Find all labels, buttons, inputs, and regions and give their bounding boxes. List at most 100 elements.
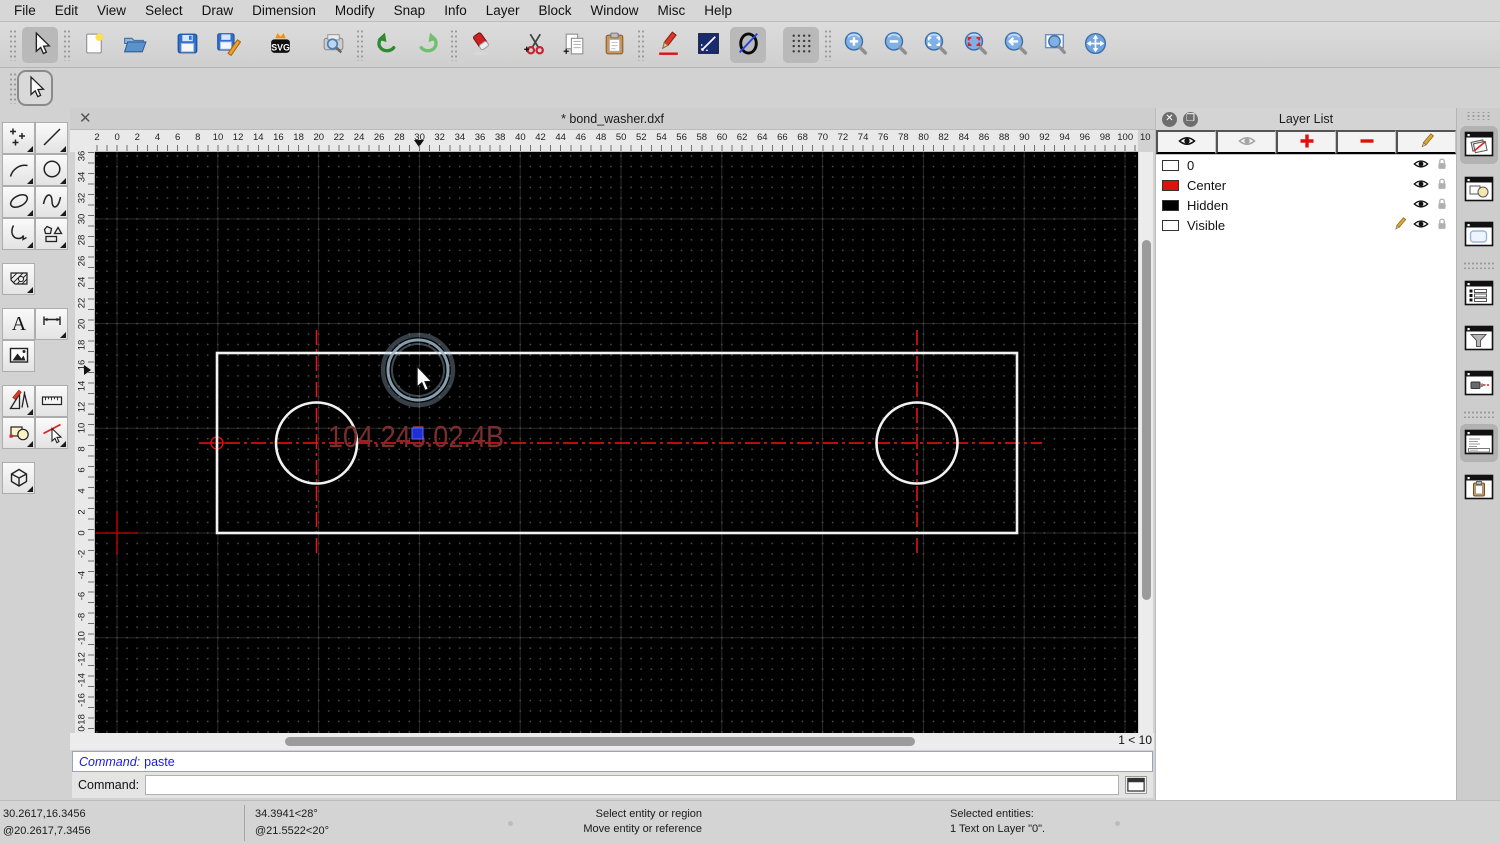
- layer-visibility-eye-icon[interactable]: [1408, 176, 1429, 195]
- tool-line-button[interactable]: [35, 122, 68, 154]
- menu-file[interactable]: File: [14, 3, 36, 18]
- tool-hatch-button[interactable]: [2, 263, 35, 295]
- tool-select-modify-button[interactable]: [35, 417, 68, 449]
- layer-lock-icon[interactable]: [1429, 196, 1450, 215]
- line-attributes-button[interactable]: [690, 27, 726, 63]
- action-select-button[interactable]: [17, 70, 53, 106]
- dock-entity-list-icon: [1464, 279, 1494, 310]
- dock-pen-palette-button[interactable]: [1460, 365, 1498, 403]
- tool-circle-button[interactable]: [35, 154, 68, 186]
- draft-mode-button[interactable]: [730, 26, 766, 63]
- layer-row-hidden[interactable]: Hidden: [1156, 195, 1456, 215]
- zoom-window-button[interactable]: [957, 27, 993, 63]
- tool-polyline-button[interactable]: [2, 218, 35, 250]
- menu-window[interactable]: Window: [591, 3, 639, 18]
- redo-button[interactable]: [409, 27, 445, 63]
- save-button[interactable]: [169, 27, 205, 63]
- tool-text-button[interactable]: A: [2, 308, 35, 340]
- menu-select[interactable]: Select: [145, 3, 183, 18]
- eye-closed-icon: [1237, 132, 1256, 153]
- block-icon: [7, 420, 31, 447]
- copy-button[interactable]: [556, 27, 592, 63]
- menu-draw[interactable]: Draw: [202, 3, 234, 18]
- menu-edit[interactable]: Edit: [55, 3, 78, 18]
- modify-layer-button[interactable]: [1396, 130, 1456, 154]
- menu-block[interactable]: Block: [539, 3, 572, 18]
- horizontal-scrollbar-thumb[interactable]: [285, 737, 915, 746]
- layer-lock-icon[interactable]: [1429, 176, 1450, 195]
- layer-lock-icon[interactable]: [1429, 156, 1450, 175]
- tool-dimension-button[interactable]: [35, 308, 68, 340]
- zoom-pan-button[interactable]: [1077, 27, 1113, 63]
- svg-export-button[interactable]: SVG: [262, 27, 298, 63]
- tool-points-button[interactable]: [2, 122, 35, 154]
- cut-button[interactable]: [516, 27, 552, 63]
- menu-info[interactable]: Info: [444, 3, 467, 18]
- menu-modify[interactable]: Modify: [335, 3, 375, 18]
- zoom-previous-button[interactable]: [997, 27, 1033, 63]
- left-button-hint: Select entity or region: [595, 808, 702, 820]
- layer-visibility-eye-icon[interactable]: [1408, 196, 1429, 215]
- undo-button[interactable]: [369, 27, 405, 63]
- new-file-button[interactable]: [76, 27, 112, 63]
- attributes-button[interactable]: [650, 27, 686, 63]
- menu-help[interactable]: Help: [704, 3, 732, 18]
- save-as-button[interactable]: [209, 27, 245, 63]
- layer-row-visible[interactable]: Visible: [1156, 215, 1456, 235]
- layer-row-0[interactable]: 0: [1156, 155, 1456, 175]
- hide-all-layers-button[interactable]: [1216, 130, 1276, 154]
- dock-entity-list-button[interactable]: [1460, 275, 1498, 313]
- dock-clipboard-button[interactable]: [1460, 469, 1498, 507]
- dock-filter-button[interactable]: [1460, 320, 1498, 358]
- zoom-page-button[interactable]: [1037, 27, 1073, 63]
- delete-button[interactable]: [463, 27, 499, 63]
- tool-cube-button[interactable]: [2, 462, 35, 494]
- tool-modify-button[interactable]: [2, 385, 35, 417]
- select-tool-button[interactable]: [22, 26, 58, 63]
- command-detach-button[interactable]: [1125, 776, 1147, 794]
- layer-row-center[interactable]: Center: [1156, 175, 1456, 195]
- dock-command-line-button[interactable]: [1459, 424, 1498, 462]
- pen-edit-icon: [655, 30, 682, 60]
- tool-spline-button[interactable]: [35, 186, 68, 218]
- drawing-canvas[interactable]: 104.245.02.4B: [95, 152, 1138, 733]
- open-file-button[interactable]: [116, 27, 152, 63]
- vertical-scrollbar[interactable]: [1138, 152, 1153, 733]
- horizontal-ruler: 2 0 2 4 6 8 10 12 14 16 18 20 22 24 26 28 30 32 34 36 38 40 42…: [94, 130, 1151, 152]
- tool-polygon-button[interactable]: [35, 218, 68, 250]
- tool-block-button[interactable]: [2, 417, 35, 449]
- layer-visibility-eye-icon[interactable]: [1408, 216, 1429, 235]
- menu-view[interactable]: View: [97, 3, 126, 18]
- zoom-auto-button[interactable]: [917, 27, 953, 63]
- menu-dimension[interactable]: Dimension: [252, 3, 316, 18]
- print-preview-button[interactable]: [315, 27, 351, 63]
- zoom-out-button[interactable]: [877, 27, 913, 63]
- layer-color-swatch: [1162, 179, 1179, 191]
- grid-toggle-button[interactable]: [783, 26, 819, 63]
- layer-lock-icon[interactable]: [1429, 216, 1450, 235]
- tool-arc-button[interactable]: [2, 154, 35, 186]
- svg-export-icon: SVG: [267, 30, 294, 60]
- spline-icon: [40, 189, 64, 216]
- tool-ellipse-button[interactable]: [2, 186, 35, 218]
- tool-palette: A: [0, 108, 70, 800]
- layer-visibility-eye-icon[interactable]: [1408, 156, 1429, 175]
- vertical-scrollbar-thumb[interactable]: [1142, 240, 1151, 600]
- add-layer-button[interactable]: [1276, 130, 1336, 154]
- menu-snap[interactable]: Snap: [394, 3, 426, 18]
- zoom-in-button[interactable]: [837, 27, 873, 63]
- menu-layer[interactable]: Layer: [486, 3, 520, 18]
- remove-layer-button[interactable]: [1336, 130, 1396, 154]
- paste-button[interactable]: [596, 27, 632, 63]
- menu-misc[interactable]: Misc: [658, 3, 686, 18]
- command-input[interactable]: [145, 775, 1119, 795]
- dock-library-browser-button[interactable]: [1460, 216, 1498, 254]
- dock-layer-list-button[interactable]: [1459, 126, 1498, 164]
- horizontal-scrollbar[interactable]: [95, 733, 1110, 750]
- dock-block-list-button[interactable]: [1460, 171, 1498, 209]
- show-all-layers-button[interactable]: [1156, 130, 1216, 154]
- tool-measure-button[interactable]: [35, 385, 68, 417]
- tool-image-button[interactable]: [2, 340, 35, 372]
- ellipse-icon: [7, 189, 31, 216]
- palette-row: [0, 462, 70, 494]
